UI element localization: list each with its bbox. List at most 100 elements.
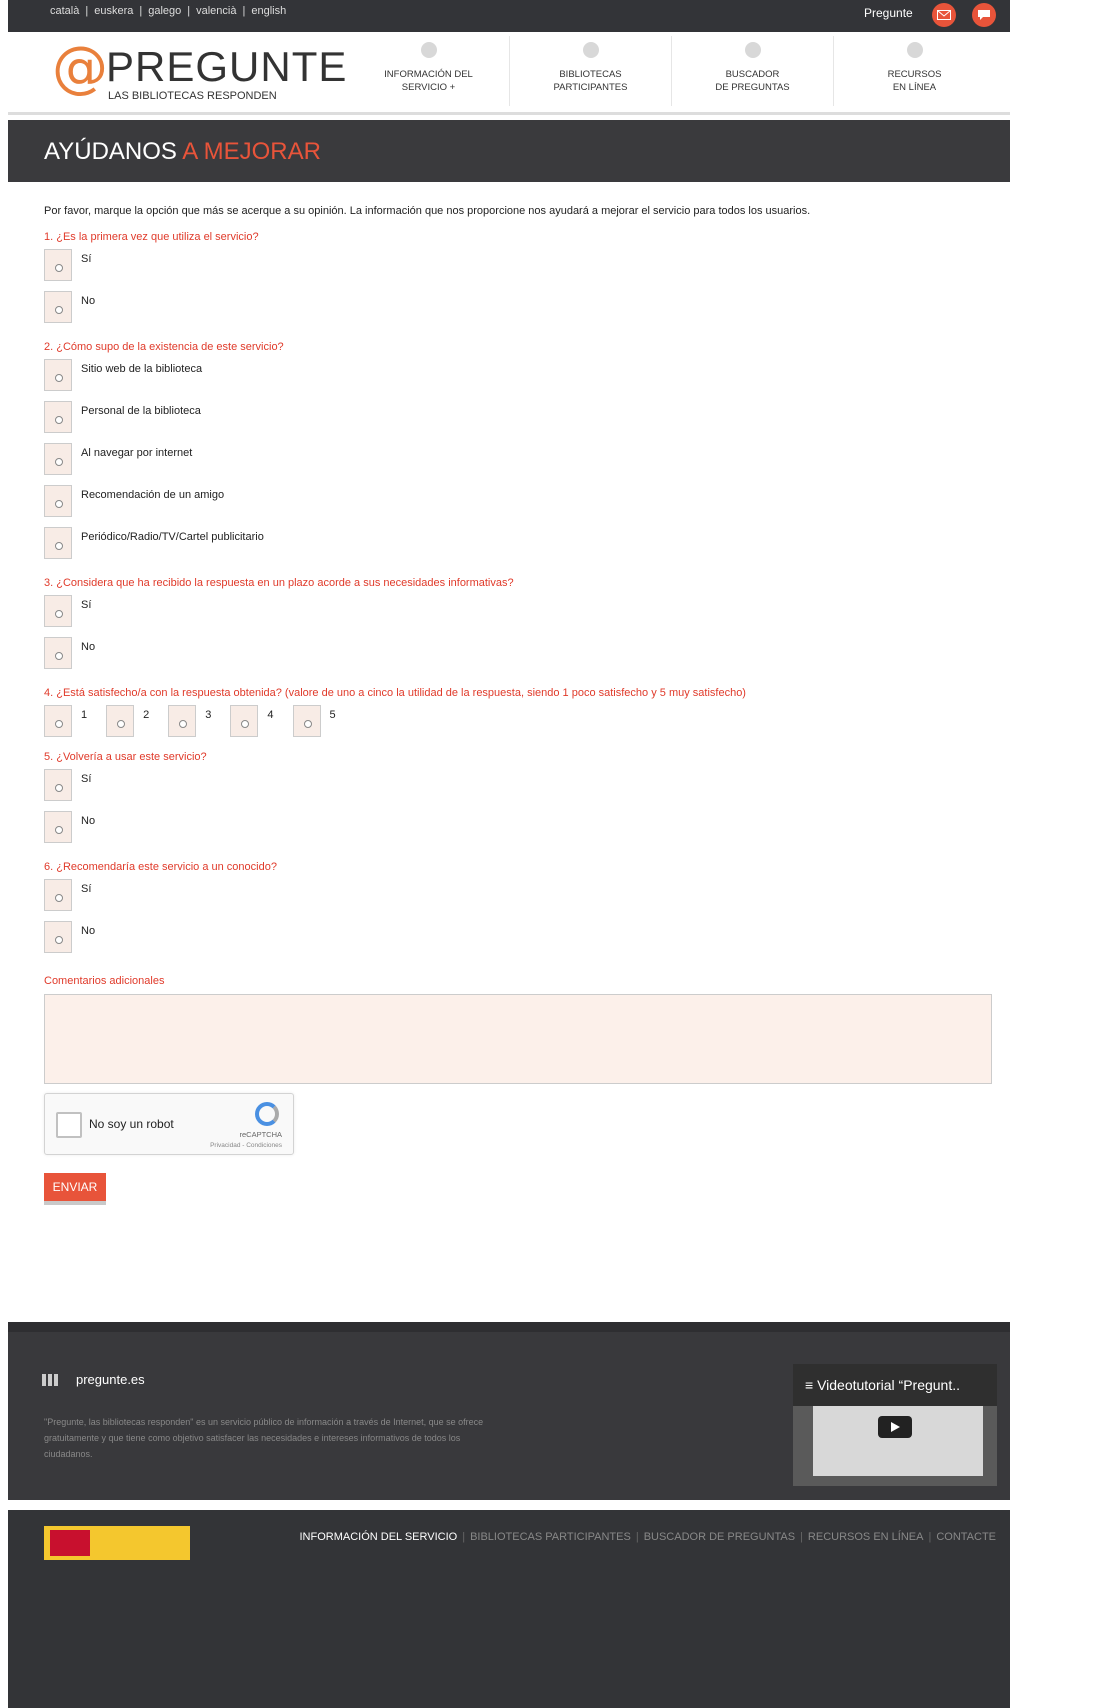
footer-link-bibliotecas[interactable]: BIBLIOTECAS PARTICIPANTES	[470, 1531, 631, 1543]
logo-tagline: LAS BIBLIOTECAS RESPONDEN	[108, 90, 277, 102]
radio-button[interactable]	[44, 443, 72, 475]
page: català | euskera | galego | valencià | english P…	[8, 0, 1010, 1708]
recaptcha-widget: No soy un robot reCAPTCHA Privacidad - C…	[44, 1093, 294, 1155]
site-footer: pregunte.es "Pregunte, las bibliotecas r…	[8, 1322, 1010, 1500]
lang-galego[interactable]: galego	[148, 5, 181, 17]
logo-brand: PREGUNTE	[106, 43, 348, 90]
option-q3-no[interactable]: No	[44, 637, 994, 673]
nav-item-informacion[interactable]: INFORMACIÓN DEL SERVICIO +	[348, 36, 509, 106]
radio-button[interactable]	[292, 705, 321, 737]
radio-button[interactable]	[44, 291, 72, 323]
footer-description: "Pregunte, las bibliotecas responden" es…	[44, 1417, 484, 1459]
option-q5-si[interactable]: Sí	[44, 769, 994, 805]
radio-button[interactable]	[44, 879, 72, 911]
footer-brand[interactable]: pregunte.es	[42, 1372, 145, 1387]
radio-button[interactable]	[230, 705, 259, 737]
radio-button[interactable]	[44, 595, 72, 627]
lang-valencia[interactable]: valencià	[196, 5, 236, 17]
radio-button[interactable]	[168, 705, 197, 737]
email-icon[interactable]	[932, 3, 956, 27]
coat-of-arms-icon	[50, 1530, 90, 1556]
comments-textarea[interactable]	[44, 994, 992, 1084]
page-title: AYÚDANOS A MEJORAR	[44, 138, 321, 165]
top-bar: català | euskera | galego | valencià | english P…	[8, 0, 1010, 32]
language-selector: català | euskera | galego | valencià | english	[50, 5, 287, 17]
option-q1-no[interactable]: No	[44, 291, 994, 327]
option-q6-no[interactable]: No	[44, 921, 994, 957]
radio-button[interactable]	[44, 769, 72, 801]
recaptcha-label: No soy un robot	[89, 1117, 174, 1131]
pregunte-top-link[interactable]: Pregunte	[864, 6, 913, 20]
bottom-bar: INFORMACIÓN DEL SERVICIO | BIBLIOTECAS PAR…	[8, 1510, 1010, 1708]
chat-icon[interactable]	[972, 3, 996, 27]
footer-nav: INFORMACIÓN DEL SERVICIO | BIBLIOTECAS PAR…	[299, 1531, 997, 1543]
nav-item-recursos[interactable]: RECURSOS EN LÍNEA	[833, 36, 995, 106]
recaptcha-checkbox[interactable]	[56, 1112, 82, 1138]
option-q6-si[interactable]: Sí	[44, 879, 994, 915]
question-5: 5. ¿Volvería a usar este servicio?	[44, 751, 207, 763]
lang-english[interactable]: english	[251, 5, 286, 17]
footer-link-contacte[interactable]: CONTACTE	[936, 1531, 996, 1543]
logo-at-icon: @	[52, 35, 108, 100]
option-q2-medios[interactable]: Periódico/Radio/TV/Cartel publicitario	[44, 527, 994, 563]
option-q4-4[interactable]: 4	[230, 705, 281, 737]
radio-button[interactable]	[106, 705, 135, 737]
page-banner: AYÚDANOS A MEJORAR	[8, 120, 1010, 182]
question-6: 6. ¿Recomendaría este servicio a un cono…	[44, 861, 277, 873]
option-q5-no[interactable]: No	[44, 811, 994, 847]
nav-item-label: BUSCADOR DE PREGUNTAS	[715, 69, 790, 93]
footer-link-recursos[interactable]: RECURSOS EN LÍNEA	[808, 1531, 924, 1543]
radio-button[interactable]	[44, 359, 72, 391]
option-q2-web[interactable]: Sitio web de la biblioteca	[44, 359, 994, 395]
option-q4-1[interactable]: 1	[44, 705, 95, 737]
form-intro: Por favor, marque la opción que más se a…	[44, 205, 811, 217]
recaptcha-brand: reCAPTCHA	[239, 1130, 282, 1139]
globe-icon	[906, 42, 923, 58]
footer-logo-icon	[42, 1373, 60, 1386]
rating-options: 1 2 3 4 5	[44, 705, 994, 737]
radio-button[interactable]	[44, 705, 72, 737]
radio-button[interactable]	[44, 921, 72, 953]
video-title: ≡ Videotutorial “Pregunt..	[805, 1377, 961, 1393]
search-icon	[744, 42, 761, 58]
option-q2-internet[interactable]: Al navegar por internet	[44, 443, 994, 479]
option-q1-si[interactable]: Sí	[44, 249, 994, 285]
question-1: 1. ¿Es la primera vez que utiliza el ser…	[44, 231, 259, 243]
info-icon	[420, 42, 437, 58]
government-logo	[44, 1526, 190, 1560]
footer-link-informacion[interactable]: INFORMACIÓN DEL SERVICIO	[300, 1531, 458, 1543]
question-3: 3. ¿Considera que ha recibido la respues…	[44, 577, 514, 589]
nav-item-bibliotecas[interactable]: BIBLIOTECAS PARTICIPANTES	[509, 36, 671, 106]
radio-button[interactable]	[44, 811, 72, 843]
question-4: 4. ¿Está satisfecho/a con la respuesta o…	[44, 687, 746, 699]
option-q4-5[interactable]: 5	[292, 705, 344, 737]
recaptcha-logo-icon	[255, 1102, 279, 1126]
lang-euskera[interactable]: euskera	[94, 5, 133, 17]
main-nav: INFORMACIÓN DEL SERVICIO + BIBLIOTECAS P…	[348, 36, 995, 106]
radio-button[interactable]	[44, 637, 72, 669]
nav-item-label: RECURSOS EN LÍNEA	[887, 69, 942, 93]
radio-button[interactable]	[44, 249, 72, 281]
nav-item-label: BIBLIOTECAS PARTICIPANTES	[553, 69, 628, 93]
site-header: @ PREGUNTE LAS BIBLIOTECAS RESPONDEN INF…	[8, 32, 1010, 115]
option-q2-amigo[interactable]: Recomendación de un amigo	[44, 485, 994, 521]
radio-button[interactable]	[44, 401, 72, 433]
play-icon[interactable]	[878, 1416, 912, 1438]
lang-catala[interactable]: català	[50, 5, 79, 17]
option-q2-personal[interactable]: Personal de la biblioteca	[44, 401, 994, 437]
comments-label: Comentarios adicionales	[44, 975, 165, 987]
survey-form: Por favor, marque la opción que más se a…	[44, 205, 994, 1205]
video-tutorial[interactable]: ≡ Videotutorial “Pregunt..	[793, 1364, 997, 1486]
option-q4-3[interactable]: 3	[168, 705, 219, 737]
option-q3-si[interactable]: Sí	[44, 595, 994, 631]
question-2: 2. ¿Cómo supo de la existencia de este s…	[44, 341, 284, 353]
radio-button[interactable]	[44, 527, 72, 559]
option-q4-2[interactable]: 2	[106, 705, 157, 737]
submit-button[interactable]: ENVIAR	[44, 1173, 106, 1205]
radio-button[interactable]	[44, 485, 72, 517]
people-icon	[582, 42, 599, 58]
nav-item-label: INFORMACIÓN DEL SERVICIO +	[384, 69, 473, 93]
footer-link-buscador[interactable]: BUSCADOR DE PREGUNTAS	[644, 1531, 795, 1543]
nav-item-buscador[interactable]: BUSCADOR DE PREGUNTAS	[671, 36, 833, 106]
recaptcha-links[interactable]: Privacidad - Condiciones	[210, 1142, 282, 1149]
